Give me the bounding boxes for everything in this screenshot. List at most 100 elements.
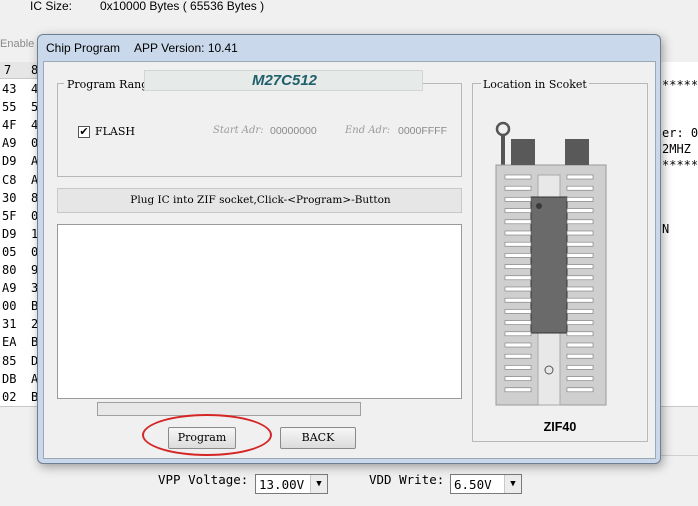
socket-top-block [511,139,535,165]
status-message-bar: Plug IC into ZIF socket,Click-<Program>-… [57,188,462,213]
end-adr-label: End Adr: [345,125,391,136]
info-line: N [662,222,670,236]
hex-cell: DB [2,371,17,386]
ic-size-value: 0x10000 Bytes ( 65536 Bytes ) [100,0,265,13]
socket-location-title: Location in Scoket [481,78,589,91]
hex-cell: 5F [2,208,17,223]
dialog-body: Program Range M27C512 ✔ FLASH Start Adr:… [43,61,656,459]
info-line: ***** [662,78,698,92]
hex-cell: C8 [2,172,17,187]
hex-cell: 80 [2,263,17,277]
start-adr-value: 00000000 [270,125,317,137]
hex-cell: D9 [2,154,17,169]
hex-cell: D9 [2,226,17,241]
socket-pin-right [566,309,594,314]
flash-label: FLASH [95,125,136,138]
vpp-voltage-value: 13.00V [259,477,305,492]
socket-pin-right [566,197,594,202]
socket-pin-left [504,286,532,292]
program-log[interactable] [57,224,462,399]
socket-pin-right [566,219,594,225]
socket-pin-right [566,241,594,247]
hex-cell: A9 [2,136,17,151]
hex-cell: 02 [2,389,17,404]
socket-pin-left [504,185,532,191]
chip-name-box: M27C512 [144,70,423,91]
chevron-down-icon[interactable]: ▼ [504,475,521,493]
enable-label: Enable [0,38,35,50]
socket-pin-right [566,297,594,303]
socket-type-label: ZIF40 [543,420,577,434]
socket-pin-right [566,185,594,191]
chip-pin1-dot [536,203,542,209]
socket-pin-left [504,309,532,314]
socket-pin-right [566,331,594,337]
hex-cell: 4F [2,118,17,133]
chip-program-dialog: Chip Program APP Version: 10.41 Program … [37,34,661,464]
socket-pin-left [504,208,532,213]
vdd-write-select[interactable]: 6.50V ▼ [450,474,522,494]
vpp-voltage-select[interactable]: 13.00V ▼ [255,474,328,494]
socket-pin-left [504,275,532,281]
socket-pin-left [504,174,532,180]
socket-pin-right [566,353,594,359]
hex-cell: 43 [2,82,17,96]
socket-pin-left [504,264,532,269]
hex-cell: 05 [2,244,17,259]
hex-cell: 31 [2,317,17,332]
socket-pin-left [504,253,532,258]
vdd-write-value: 6.50V [454,477,492,492]
back-button[interactable]: BACK [280,427,356,449]
hex-cell: A9 [2,281,17,296]
zif-socket-icon [495,121,607,406]
socket-lever-arm [501,135,505,165]
vdd-write-label: VDD Write: [369,472,445,487]
socket-lever-ring [495,121,511,137]
progress-bar [97,402,361,416]
ic-size-label: IC Size: [30,0,73,13]
socket-pin-left [504,387,532,393]
socket-pin-right [566,208,594,213]
socket-pin-left [504,353,532,359]
check-icon: ✔ [79,125,89,138]
socket-pin-right [566,387,594,393]
socket-pin-left [504,376,532,381]
socket-pin-right [566,365,594,370]
socket-pin-left [504,342,532,348]
hex-cell: 85 [2,353,17,368]
socket-pin-left [504,241,532,247]
socket-pin-right [566,286,594,292]
dialog-title: Chip Program [46,41,121,55]
socket-pin-left [504,297,532,303]
socket-pin-right [566,230,594,236]
socket-pin-right [566,174,594,180]
status-message: Plug IC into ZIF socket,Click-<Program>-… [130,194,391,206]
chip-name: M27C512 [251,72,318,89]
hex-cell: EA [2,335,17,350]
chip-package [530,196,568,334]
flash-checkbox[interactable]: ✔ [78,126,90,138]
socket-pin-right [566,275,594,281]
hex-cell: 55 [2,100,17,115]
socket-pin-left [504,331,532,337]
socket-pin-left [504,230,532,236]
program-button[interactable]: Program [168,427,236,449]
socket-pin-right [566,342,594,348]
socket-pin-right [566,376,594,381]
hex-header-col: 7 [4,63,12,77]
ic-size-bar: IC Size: 0x10000 Bytes ( 65536 Bytes ) [0,0,698,15]
chevron-down-icon[interactable]: ▼ [310,475,327,493]
vpp-voltage-label: VPP Voltage: [158,472,249,487]
socket-pin-right [566,264,594,269]
info-line: ***** [662,158,698,172]
socket-pin-left [504,219,532,225]
info-line: 2MHZ [662,142,691,156]
hex-cell: 30 [2,190,17,205]
info-line: er: 0- [662,126,698,140]
socket-pin-left [504,197,532,202]
socket-pin-left [504,320,532,325]
hex-cell: 00 [2,299,17,314]
socket-pin-right [566,320,594,325]
end-adr-value: 0000FFFF [398,125,448,137]
socket-top-block [565,139,589,165]
